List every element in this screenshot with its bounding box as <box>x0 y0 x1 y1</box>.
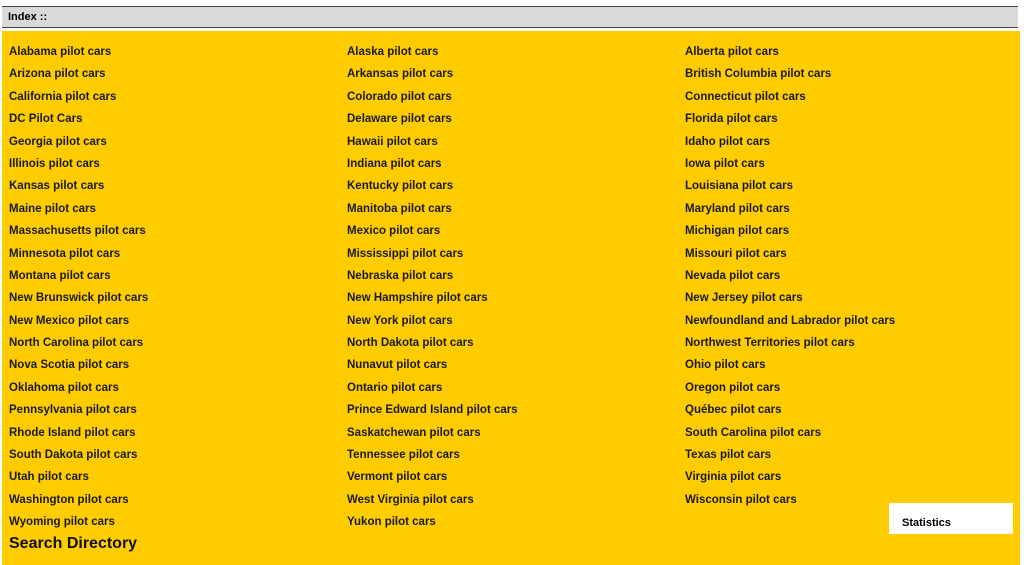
state-link[interactable]: New Mexico pilot cars <box>9 310 347 332</box>
state-link[interactable]: Washington pilot cars <box>9 489 347 511</box>
state-link[interactable]: DC Pilot Cars <box>9 108 347 130</box>
index-header: Index :: <box>2 6 1018 28</box>
state-link[interactable]: Indiana pilot cars <box>347 153 685 175</box>
state-link[interactable]: Tennessee pilot cars <box>347 444 685 466</box>
state-link[interactable]: Louisiana pilot cars <box>685 175 1009 197</box>
state-link[interactable]: Kentucky pilot cars <box>347 175 685 197</box>
state-link[interactable]: New Brunswick pilot cars <box>9 287 347 309</box>
state-link[interactable]: Alabama pilot cars <box>9 41 347 63</box>
state-link[interactable]: Ontario pilot cars <box>347 377 685 399</box>
state-link[interactable]: Saskatchewan pilot cars <box>347 422 685 444</box>
state-link[interactable]: Nevada pilot cars <box>685 265 1009 287</box>
state-link[interactable]: Texas pilot cars <box>685 444 1009 466</box>
state-link[interactable]: New Jersey pilot cars <box>685 287 1009 309</box>
state-link[interactable]: South Dakota pilot cars <box>9 444 347 466</box>
state-link[interactable]: Vermont pilot cars <box>347 466 685 488</box>
state-link[interactable]: Yukon pilot cars <box>347 511 685 533</box>
state-link[interactable]: Minnesota pilot cars <box>9 243 347 265</box>
state-link[interactable]: Iowa pilot cars <box>685 153 1009 175</box>
state-link[interactable]: New York pilot cars <box>347 310 685 332</box>
state-link[interactable]: West Virginia pilot cars <box>347 489 685 511</box>
state-link[interactable]: Ohio pilot cars <box>685 354 1009 376</box>
state-link[interactable]: British Columbia pilot cars <box>685 63 1009 85</box>
state-link[interactable]: Delaware pilot cars <box>347 108 685 130</box>
state-link[interactable]: Mississippi pilot cars <box>347 243 685 265</box>
state-link[interactable]: South Carolina pilot cars <box>685 422 1009 444</box>
state-link[interactable]: Idaho pilot cars <box>685 131 1009 153</box>
state-link[interactable]: Massachusetts pilot cars <box>9 220 347 242</box>
state-link[interactable]: Oklahoma pilot cars <box>9 377 347 399</box>
state-link[interactable]: Wyoming pilot cars <box>9 511 347 533</box>
state-link[interactable]: Québec pilot cars <box>685 399 1009 421</box>
state-link[interactable]: Pennsylvania pilot cars <box>9 399 347 421</box>
state-link[interactable]: Kansas pilot cars <box>9 175 347 197</box>
state-link[interactable]: Prince Edward Island pilot cars <box>347 399 685 421</box>
state-link[interactable]: Manitoba pilot cars <box>347 198 685 220</box>
index-title: Index :: <box>8 11 48 23</box>
state-link[interactable]: Virginia pilot cars <box>685 466 1009 488</box>
state-link[interactable]: Missouri pilot cars <box>685 243 1009 265</box>
state-link[interactable]: Illinois pilot cars <box>9 153 347 175</box>
state-link[interactable]: Maryland pilot cars <box>685 198 1009 220</box>
state-link[interactable]: California pilot cars <box>9 86 347 108</box>
state-link[interactable]: Georgia pilot cars <box>9 131 347 153</box>
state-link[interactable]: North Carolina pilot cars <box>9 332 347 354</box>
state-link[interactable]: Newfoundland and Labrador pilot cars <box>685 310 1009 332</box>
state-link[interactable]: Michigan pilot cars <box>685 220 1009 242</box>
state-link[interactable]: Oregon pilot cars <box>685 377 1009 399</box>
state-link[interactable]: Colorado pilot cars <box>347 86 685 108</box>
statistics-title: Statistics <box>902 517 951 529</box>
search-directory-title: Search Directory <box>9 535 138 552</box>
state-link[interactable]: Hawaii pilot cars <box>347 131 685 153</box>
state-link[interactable]: Alaska pilot cars <box>347 41 685 63</box>
state-link[interactable]: Mexico pilot cars <box>347 220 685 242</box>
state-link[interactable]: Nebraska pilot cars <box>347 265 685 287</box>
index-panel: Alabama pilot cars Alaska pilot cars Alber… <box>2 31 1020 565</box>
state-link[interactable]: New Hampshire pilot cars <box>347 287 685 309</box>
state-link[interactable]: Montana pilot cars <box>9 265 347 287</box>
state-link[interactable]: Arizona pilot cars <box>9 63 347 85</box>
state-link[interactable]: Florida pilot cars <box>685 108 1009 130</box>
state-link[interactable]: Rhode Island pilot cars <box>9 422 347 444</box>
state-link[interactable]: Alberta pilot cars <box>685 41 1009 63</box>
statistics-box: Statistics <box>889 503 1013 534</box>
state-link[interactable]: Maine pilot cars <box>9 198 347 220</box>
link-grid: Alabama pilot cars Alaska pilot cars Alber… <box>9 41 1009 534</box>
state-link[interactable]: Utah pilot cars <box>9 466 347 488</box>
state-link[interactable]: Nova Scotia pilot cars <box>9 354 347 376</box>
state-link[interactable]: Nunavut pilot cars <box>347 354 685 376</box>
state-link[interactable]: Arkansas pilot cars <box>347 63 685 85</box>
state-link[interactable]: North Dakota pilot cars <box>347 332 685 354</box>
state-link[interactable]: Northwest Territories pilot cars <box>685 332 1009 354</box>
state-link[interactable]: Connecticut pilot cars <box>685 86 1009 108</box>
